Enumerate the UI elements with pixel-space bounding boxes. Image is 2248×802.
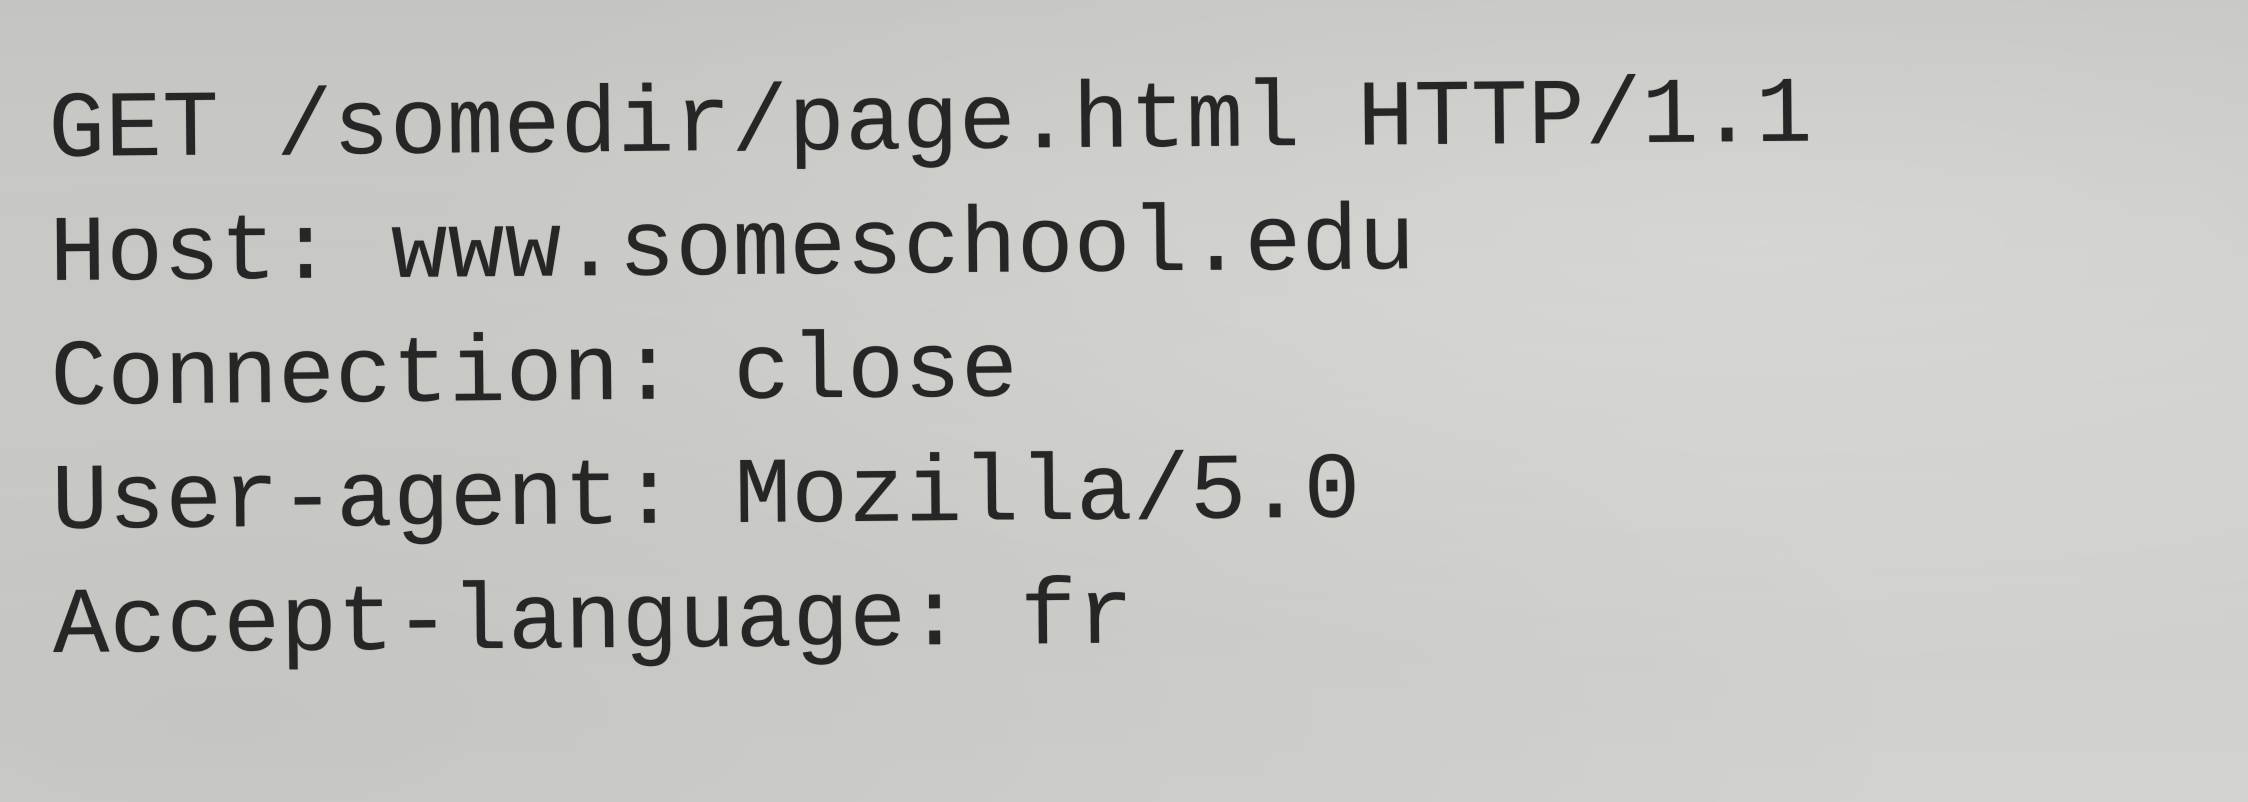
- accept-language-header-line: Accept-language: fr: [52, 565, 1135, 681]
- paper-background: GET /somedir/page.html HTTP/1.1 Host: ww…: [0, 0, 2248, 802]
- http-request-block: GET /somedir/page.html HTTP/1.1 Host: ww…: [48, 55, 1818, 690]
- request-line: GET /somedir/page.html HTTP/1.1: [48, 63, 1814, 185]
- host-header-line: Host: www.someschool.edu: [49, 191, 1416, 309]
- user-agent-header-line: User-agent: Mozilla/5.0: [51, 439, 1362, 557]
- connection-header-line: Connection: close: [50, 318, 1019, 433]
